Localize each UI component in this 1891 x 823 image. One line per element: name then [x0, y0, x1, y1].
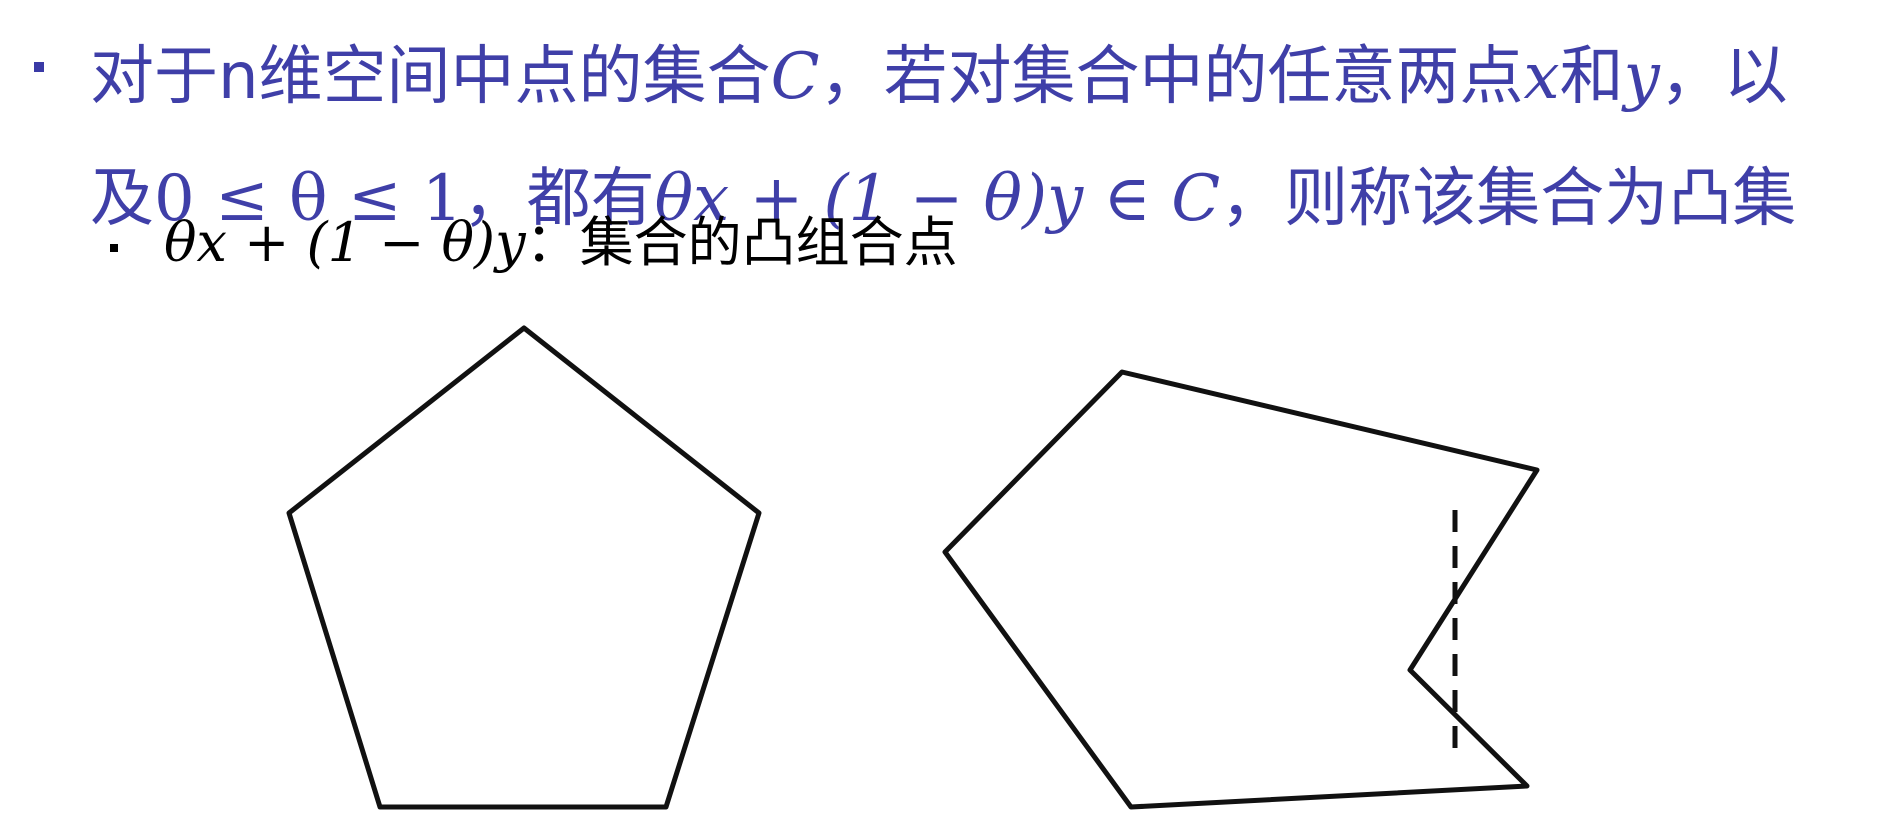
sub-point: θx + (1 − θ)y：集合的凸组合点: [164, 208, 958, 278]
nonconcave-polygon: [942, 369, 1540, 810]
and-word: 和: [1559, 40, 1624, 114]
y-symbol: y: [1623, 40, 1660, 114]
definition-prefix: 对于n维空间中点的集合: [90, 40, 771, 114]
definition-line-1: 对于n维空间中点的集合C，若对集合中的任意两点x和y，以: [90, 16, 1870, 138]
sub-bullet: [110, 244, 118, 252]
line2-prefix: 及: [90, 162, 154, 236]
sub-expression: θx + (1 − θ)y: [164, 211, 526, 274]
x-symbol: x: [1523, 40, 1560, 114]
convex-pentagon: [286, 325, 762, 810]
definition-suffix: ，以: [1659, 40, 1788, 114]
main-bullet: [34, 62, 44, 72]
sub-description: ：集合的凸组合点: [525, 211, 958, 274]
set-symbol: C: [770, 40, 820, 114]
definition-middle: ，若对集合中的任意两点: [819, 40, 1524, 114]
line2-suffix: ，则称该集合为凸集: [1220, 162, 1797, 236]
